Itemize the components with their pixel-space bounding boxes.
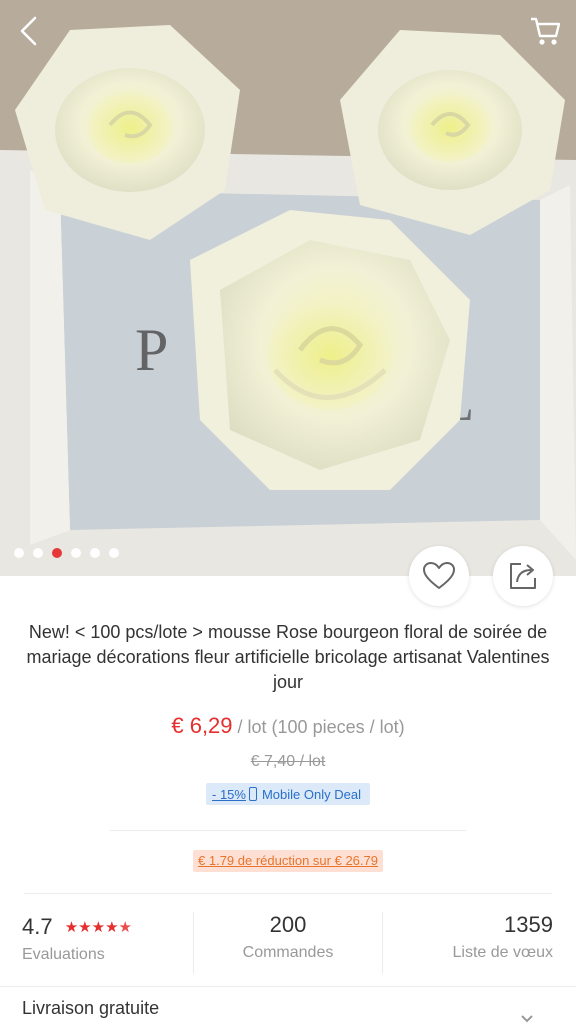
divider	[110, 830, 466, 831]
rating-label: Evaluations	[22, 946, 105, 963]
cart-icon	[531, 17, 561, 45]
star-rating-icon: ★★★★★	[64, 919, 132, 936]
carousel-dot-active[interactable]	[52, 548, 62, 558]
share-icon	[510, 563, 536, 589]
rating-stat[interactable]: 4.7 ★★★★★ Evaluations	[22, 912, 192, 974]
mobile-phone-icon	[248, 787, 257, 801]
coupon-badge[interactable]: € 1.79 de réduction sur € 26.79	[193, 850, 383, 872]
orders-label: Commandes	[242, 944, 334, 961]
chevron-left-icon	[20, 16, 37, 46]
product-photo: P L	[0, 0, 576, 576]
price-unit: / lot (100 pieces / lot)	[232, 717, 405, 737]
rating-value: 4.7	[22, 914, 53, 939]
discount-percent: - 15%	[212, 786, 246, 802]
chevron-down-icon[interactable]	[520, 1012, 534, 1024]
carousel-indicator	[14, 548, 119, 558]
add-to-wishlist-button[interactable]	[409, 546, 469, 606]
product-title: New! < 100 pcs/lote > mousse Rose bourge…	[26, 622, 550, 692]
divider	[24, 893, 552, 894]
product-image-carousel[interactable]: P L	[0, 0, 576, 576]
heart-icon	[423, 562, 455, 589]
carousel-dot[interactable]	[33, 548, 43, 558]
svg-text:P: P	[135, 317, 168, 383]
carousel-dot[interactable]	[90, 548, 100, 558]
orders-value: 200	[269, 912, 307, 937]
carousel-dot[interactable]	[109, 548, 119, 558]
price-row: € 6,29 / lot (100 pieces / lot)	[0, 713, 576, 739]
back-button[interactable]	[14, 14, 46, 48]
share-button[interactable]	[493, 546, 553, 606]
carousel-dot[interactable]	[71, 548, 81, 558]
shipping-row[interactable]: Livraison gratuite	[22, 998, 159, 1019]
deal-label: Mobile Only Deal	[261, 786, 361, 802]
carousel-dot[interactable]	[14, 548, 24, 558]
mobile-deal-badge[interactable]: - 15% Mobile Only Deal	[206, 783, 370, 805]
orders-stat: 200 Commandes	[193, 912, 383, 974]
original-price: € 7,40 / lot	[250, 753, 326, 770]
current-price: € 6,29	[171, 713, 233, 738]
divider	[0, 986, 576, 987]
wishlist-stat: 1359 Liste de vœux	[383, 912, 553, 974]
cart-button[interactable]	[528, 14, 564, 48]
wishlist-count: 1359	[504, 912, 553, 937]
wishlist-label: Liste de vœux	[452, 944, 553, 961]
